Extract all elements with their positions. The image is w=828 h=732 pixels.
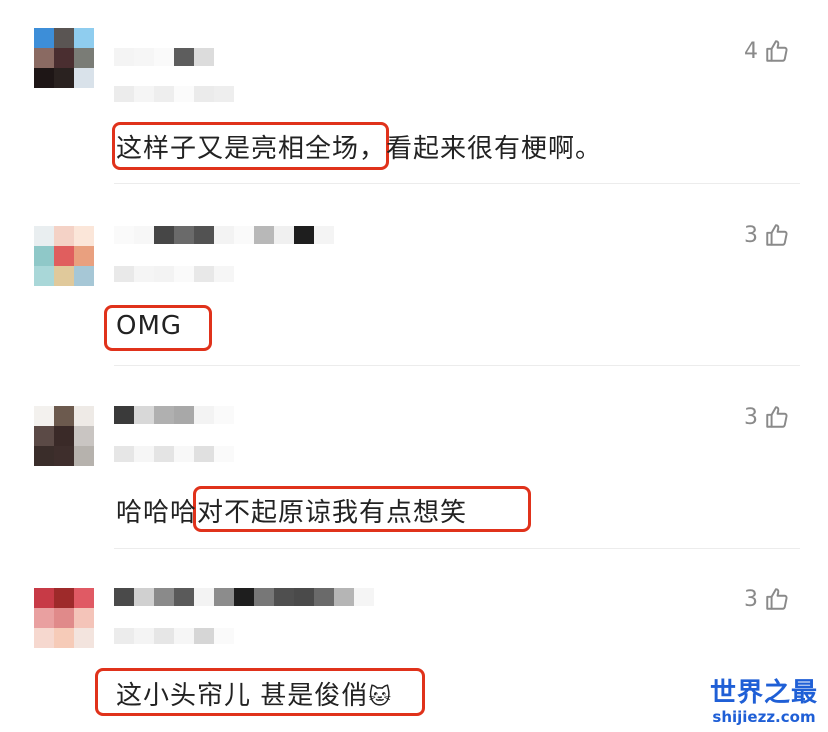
avatar-pixel	[34, 588, 54, 608]
avatar-pixel	[54, 588, 74, 608]
avatar-pixel	[54, 48, 74, 68]
comment-text-body: 这小头帘儿 甚是俊俏	[116, 681, 369, 711]
thumbs-up-icon	[766, 406, 788, 428]
avatar-pixel	[34, 48, 54, 68]
cat-emoji-icon: 🐱	[368, 685, 393, 710]
thumbs-up-icon	[766, 224, 788, 246]
avatar-pixel	[34, 266, 54, 286]
avatar-pixel	[34, 608, 54, 628]
avatar-pixel	[54, 28, 74, 48]
like-count: 4	[744, 38, 758, 64]
avatar-pixel	[74, 608, 94, 628]
like-count: 3	[744, 222, 758, 248]
like-count: 3	[744, 404, 758, 430]
avatar-pixel	[74, 446, 94, 466]
divider	[114, 183, 800, 184]
avatar-pixel	[34, 628, 54, 648]
watermark-url: shijiezz.com	[712, 708, 816, 726]
avatar-pixel	[54, 266, 74, 286]
comment-text: OMG	[116, 311, 183, 341]
avatar-pixel	[74, 28, 94, 48]
username-blurred[interactable]	[114, 226, 334, 244]
username-blurred[interactable]	[114, 406, 234, 424]
comment-text: 哈哈哈对不起原谅我有点想笑	[116, 498, 468, 528]
avatar-pixel	[74, 588, 94, 608]
avatar-pixel	[54, 68, 74, 88]
avatar-pixel	[74, 226, 94, 246]
divider	[114, 365, 800, 366]
avatar-pixel	[54, 628, 74, 648]
like-count: 3	[744, 586, 758, 612]
watermark-title: 世界之最	[709, 678, 818, 708]
avatar-pixel	[34, 446, 54, 466]
watermark: 世界之最 shijiezz.com	[710, 678, 818, 726]
thumbs-up-icon	[766, 588, 788, 610]
avatar[interactable]	[34, 226, 94, 286]
comment-meta-blurred	[114, 628, 234, 644]
avatar-pixel	[74, 68, 94, 88]
avatar-pixel	[74, 48, 94, 68]
avatar-pixel	[74, 266, 94, 286]
comment-meta-blurred	[114, 446, 234, 462]
thumbs-up-icon	[766, 40, 788, 62]
like-button[interactable]: 3	[744, 222, 790, 248]
avatar-pixel	[54, 608, 74, 628]
avatar-pixel	[54, 226, 74, 246]
avatar-pixel	[74, 246, 94, 266]
avatar-pixel	[54, 246, 74, 266]
avatar-pixel	[54, 406, 74, 426]
comment-meta-blurred	[114, 86, 234, 102]
avatar-pixel	[54, 446, 74, 466]
like-button[interactable]: 3	[744, 404, 790, 430]
avatar[interactable]	[34, 28, 94, 88]
username-blurred[interactable]	[114, 48, 214, 66]
avatar-pixel	[34, 68, 54, 88]
avatar[interactable]	[34, 406, 94, 466]
avatar-pixel	[34, 406, 54, 426]
like-button[interactable]: 3	[744, 586, 790, 612]
avatar-pixel	[74, 406, 94, 426]
comment-text: 这小头帘儿 甚是俊俏🐱	[116, 675, 392, 712]
comment-meta-blurred	[114, 266, 234, 282]
avatar-pixel	[34, 226, 54, 246]
avatar[interactable]	[34, 588, 94, 648]
avatar-pixel	[34, 426, 54, 446]
avatar-pixel	[34, 28, 54, 48]
avatar-pixel	[34, 246, 54, 266]
avatar-pixel	[54, 426, 74, 446]
divider	[114, 548, 800, 549]
username-blurred[interactable]	[114, 588, 374, 606]
comment-text: 这样子又是亮相全场，看起来很有梗啊。	[116, 134, 603, 164]
like-button[interactable]: 4	[744, 38, 790, 64]
avatar-pixel	[74, 426, 94, 446]
avatar-pixel	[74, 628, 94, 648]
